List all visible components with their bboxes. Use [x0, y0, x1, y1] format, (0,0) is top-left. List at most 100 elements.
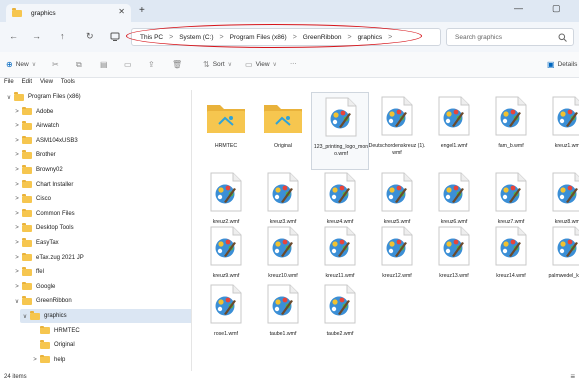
copy-icon[interactable]: ⧉ [76, 60, 82, 70]
sidebar-item-airwatch[interactable]: > Airwatch [12, 119, 59, 133]
sidebar-item-original[interactable]: Original [30, 338, 75, 352]
wmf-file-icon [494, 172, 536, 214]
up-button[interactable]: ↑ [60, 31, 65, 41]
folder-icon [22, 135, 32, 145]
navigation-pane: ∨ Program Files (x86) > Adobe > Airwatch > ASM1… [0, 90, 192, 371]
forward-button[interactable]: → [32, 31, 41, 41]
file-item[interactable]: engel1.wmf [425, 92, 483, 170]
sidebar-item-label: Original [54, 342, 75, 349]
file-name: palmwedel_kumf [548, 273, 579, 279]
wmf-file-icon [266, 284, 308, 326]
chevron-icon[interactable]: > [12, 196, 22, 202]
file-item[interactable]: kreuz14.wmf [482, 222, 540, 300]
file-item[interactable]: rose1.wmf [197, 280, 255, 358]
chevron-icon[interactable]: > [12, 225, 22, 231]
new-button[interactable]: ⊕ New ∨ [6, 60, 36, 69]
folder-icon [22, 296, 32, 305]
file-item[interactable]: kreuz12.wmf [368, 222, 426, 300]
chevron-icon[interactable]: > [12, 255, 22, 261]
chevron-down-icon: ∨ [272, 62, 277, 68]
sidebar-item-brother[interactable]: > Brother [12, 148, 56, 162]
sidebar-item-cisco[interactable]: > Cisco [12, 192, 51, 206]
file-item[interactable]: palmwedel_kumf [539, 222, 579, 300]
chevron-icon[interactable]: > [12, 284, 22, 290]
chevron-icon[interactable]: > [12, 182, 22, 188]
chevron-icon[interactable]: > [12, 152, 22, 158]
wmf-file-icon [380, 172, 422, 214]
cut-icon[interactable]: ✂ [52, 60, 59, 69]
chevron-icon[interactable]: > [12, 240, 22, 246]
minimize-button[interactable]: — [514, 3, 523, 13]
back-button[interactable]: ← [9, 31, 18, 41]
chevron-icon[interactable]: > [12, 211, 22, 217]
wmf-file-icon [380, 226, 422, 268]
sidebar-item-graphics[interactable]: ∨ graphics [20, 309, 191, 323]
file-item[interactable]: kreuz1.wmf [539, 92, 579, 170]
sidebar-item-program-files-x86-[interactable]: ∨ Program Files (x86) [4, 90, 81, 104]
maximize-button[interactable]: ▢ [552, 3, 561, 14]
refresh-button[interactable]: ↻ [86, 31, 94, 42]
paste-icon[interactable]: ▤ [100, 60, 108, 69]
menu-file[interactable]: File [4, 79, 14, 89]
folder-item[interactable]: HRMTEC [197, 92, 255, 170]
share-icon[interactable]: ⇪ [148, 60, 155, 69]
folder-item[interactable]: Original [254, 92, 312, 170]
chevron-icon[interactable]: > [12, 167, 22, 173]
folder-icon [12, 8, 22, 17]
folder-icon [22, 267, 32, 276]
sidebar-item-etax-zug-2021-jp[interactable]: > eTax.zug 2021 JP [12, 251, 84, 265]
search-box[interactable]: Search graphics [446, 28, 574, 46]
sidebar-item-google[interactable]: > Google [12, 280, 55, 294]
plus-circle-icon: ⊕ [6, 60, 13, 69]
sidebar-item-label: Program Files (x86) [28, 94, 81, 100]
file-item[interactable]: taube1.wmf [254, 280, 312, 358]
sidebar-item-help[interactable]: > help [30, 353, 65, 367]
file-item[interactable]: 123_printing_logo_mono.wmf [311, 92, 369, 170]
file-item[interactable]: taube2.wmf [311, 280, 369, 358]
monitor-icon[interactable] [110, 32, 120, 42]
chevron-icon[interactable]: ∨ [4, 94, 14, 101]
chevron-icon[interactable]: > [12, 109, 22, 115]
file-name: fam_b.wmf [498, 143, 524, 149]
sidebar-item-adobe[interactable]: > Adobe [12, 105, 53, 119]
close-tab-button[interactable]: ✕ [118, 7, 125, 16]
chevron-icon[interactable]: ∨ [12, 298, 22, 305]
sidebar-item-label: EasyTax [36, 240, 59, 246]
wmf-file-icon [209, 172, 251, 214]
more-options-button[interactable]: ··· [290, 60, 297, 67]
sidebar-item-ffel[interactable]: > ffel [12, 265, 44, 279]
sidebar-item-chart-installer[interactable]: > Chart Installer [12, 178, 73, 192]
sidebar-item-greenribbon[interactable]: ∨ GreenRibbon [12, 294, 72, 308]
new-tab-button[interactable]: + [139, 5, 145, 16]
view-button[interactable]: ▭ View ∨ [245, 60, 277, 69]
details-button[interactable]: ▣ Details [547, 60, 577, 69]
menu-edit[interactable]: Edit [22, 79, 32, 89]
search-placeholder: Search graphics [455, 33, 502, 41]
sidebar-item-hrmtec[interactable]: HRMTEC [30, 324, 80, 338]
view-icon: ▭ [245, 60, 253, 69]
sidebar-item-easytax[interactable]: > EasyTax [12, 236, 59, 250]
chevron-icon[interactable]: > [12, 269, 22, 275]
delete-icon[interactable]: 🗑 [172, 60, 182, 69]
view-toggle-icon[interactable]: ≡ [570, 372, 575, 381]
sidebar-item-browny02[interactable]: > Browny02 [12, 163, 63, 177]
menu-view[interactable]: View [40, 79, 53, 89]
folder-icon [14, 92, 24, 101]
sidebar-item-common-files[interactable]: > Common Files [12, 207, 75, 221]
sort-button[interactable]: ⇅ Sort ∨ [203, 60, 232, 69]
file-item[interactable]: fam_b.wmf [482, 92, 540, 170]
tab-graphics[interactable]: graphics ✕ [6, 4, 131, 22]
menu-tools[interactable]: Tools [61, 79, 75, 89]
chevron-icon[interactable]: > [12, 138, 22, 144]
rename-icon[interactable]: ▭ [124, 60, 132, 69]
chevron-icon[interactable]: > [12, 123, 22, 129]
wmf-file-icon [551, 172, 579, 214]
file-item[interactable]: kreuz13.wmf [425, 222, 483, 300]
title-bar: graphics ✕ + — ▢ [0, 0, 579, 22]
chevron-icon[interactable]: ∨ [20, 313, 30, 320]
item-count: 24 items [4, 374, 27, 380]
sidebar-item-asm104xusb3[interactable]: > ASM104xUSB3 [12, 134, 78, 148]
sidebar-item-desktop-tools[interactable]: > Desktop Tools [12, 221, 74, 235]
file-item[interactable]: Deutschordenskreuz (1).wmf [368, 92, 426, 170]
chevron-icon[interactable]: > [30, 357, 40, 363]
